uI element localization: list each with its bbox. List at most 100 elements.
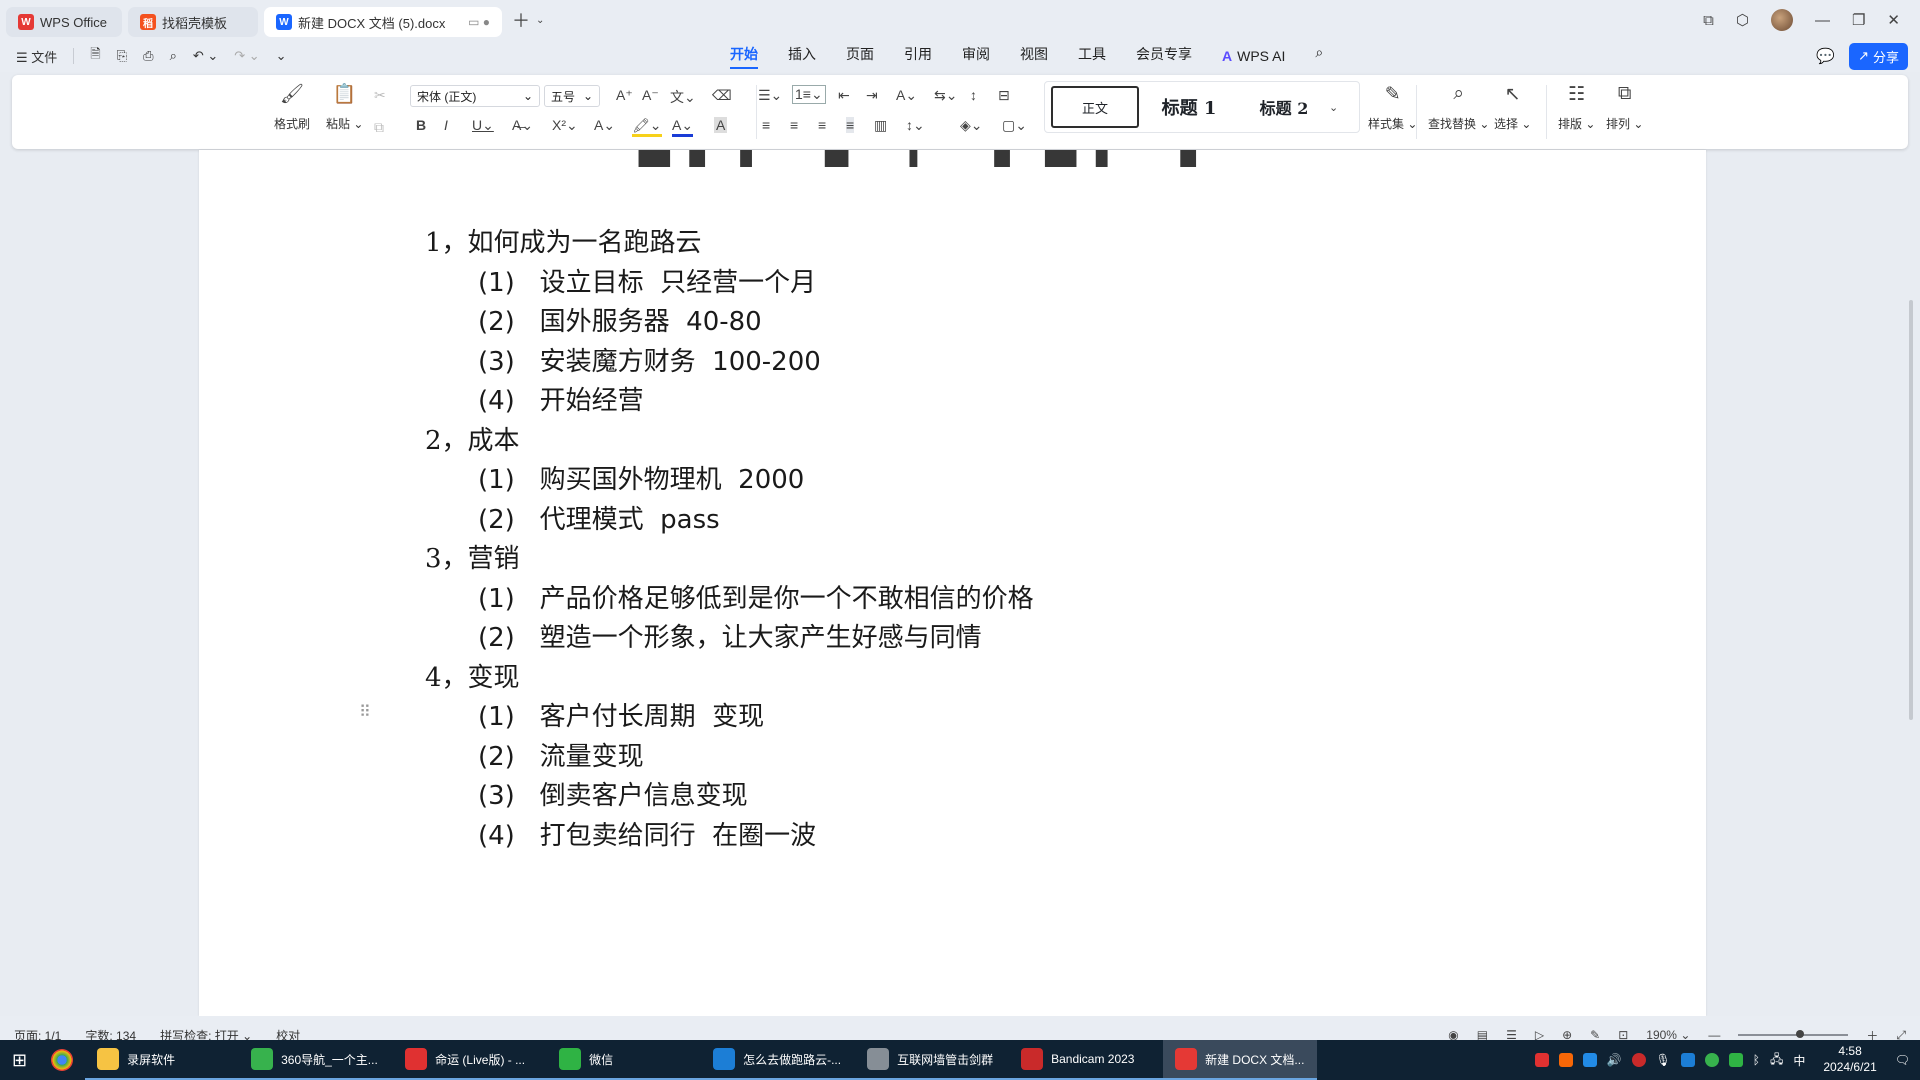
copy-icon[interactable]: ⧉ <box>374 119 384 136</box>
wps-ai-button[interactable]: A WPS AI <box>1222 44 1285 69</box>
print-preview-icon[interactable]: ⌕ <box>170 48 177 64</box>
border-icon[interactable]: ▢⌄ <box>1002 117 1027 134</box>
style-heading-1[interactable]: 标题 1 <box>1139 86 1239 128</box>
style-gallery-more-icon[interactable]: ⌄ <box>1329 101 1338 114</box>
style-heading-2[interactable]: 标题 2 <box>1239 86 1329 128</box>
text-effect-icon[interactable]: A⌄ <box>594 117 615 134</box>
tab-document[interactable]: W 新建 DOCX 文档 (5).docx ▭ ● <box>264 7 502 37</box>
clock[interactable]: 4:58 2024/6/21 <box>1815 1044 1884 1075</box>
font-name-select[interactable]: 宋体 (正文) ⌄ <box>410 85 540 107</box>
align-left-icon[interactable]: ≡ <box>762 117 770 133</box>
window-layout-icon[interactable]: ⧉ <box>1703 12 1714 29</box>
tab-list-chevron-icon[interactable]: ⌄ <box>536 15 544 26</box>
highlight-icon[interactable]: 🖍⌄ <box>632 117 662 137</box>
taskbar-app[interactable]: 录屏软件 <box>85 1040 240 1080</box>
tray-icon[interactable] <box>1704 1053 1719 1067</box>
search-icon[interactable]: ⌕ <box>1315 44 1323 69</box>
scrollbar-thumb[interactable] <box>1909 300 1913 720</box>
increase-indent-icon[interactable]: ⇥ <box>866 87 878 104</box>
tab-wps-office[interactable]: W WPS Office <box>6 7 122 37</box>
superscript-icon[interactable]: X²⌄ <box>552 117 578 134</box>
menu-insert[interactable]: 插入 <box>788 44 816 69</box>
bluetooth-icon[interactable]: ᛒ <box>1753 1053 1760 1067</box>
paste-button[interactable]: 📋 粘贴 ⌄ <box>326 81 363 132</box>
text-direction-icon[interactable]: ⇆⌄ <box>934 87 957 104</box>
format-painter-button[interactable]: 🖌 格式刷 <box>274 81 310 132</box>
phonetic-icon[interactable]: 文⌄ <box>670 87 696 107</box>
tray-icon[interactable] <box>1680 1053 1695 1067</box>
print-icon[interactable]: ⎙ <box>143 48 153 64</box>
menu-view[interactable]: 视图 <box>1020 44 1048 69</box>
show-marks-icon[interactable]: ⊟ <box>998 87 1010 104</box>
strikethrough-icon[interactable]: A̶⌄ <box>512 117 533 134</box>
minimize-icon[interactable]: — <box>1815 12 1830 29</box>
taskbar-app[interactable]: 怎么去做跑路云-... <box>701 1040 856 1080</box>
export-icon[interactable]: ⎘ <box>117 48 127 64</box>
select-button[interactable]: ↖ 选择 ⌄ <box>1494 81 1531 132</box>
tray-icon[interactable] <box>1558 1053 1573 1067</box>
menu-member[interactable]: 会员专享 <box>1136 44 1192 69</box>
document-page[interactable]: █▌▍ ▊ ▎ ▌█▍ ▌ ⠿ 1，如何成为一名跑路云 (1) 设立目标 只经营一… <box>199 150 1706 1016</box>
taskbar-app[interactable]: 命运 (Live版) - ... <box>393 1040 548 1080</box>
menu-references[interactable]: 引用 <box>904 44 932 69</box>
menu-page[interactable]: 页面 <box>846 44 874 69</box>
tray-icon[interactable] <box>1582 1053 1597 1067</box>
redo-icon[interactable]: ↷ ⌄ <box>234 48 259 64</box>
bullet-list-icon[interactable]: ☰⌄ <box>758 87 782 104</box>
taskbar-app[interactable]: Bandicam 2023 <box>1009 1040 1164 1080</box>
menu-tools[interactable]: 工具 <box>1078 44 1106 69</box>
wechat-tray-icon[interactable] <box>1728 1053 1743 1067</box>
undo-icon[interactable]: ↶ ⌄ <box>193 48 218 64</box>
font-color-icon[interactable]: A⌄ <box>672 117 694 137</box>
char-shading-icon[interactable]: A <box>714 117 728 133</box>
tab-template[interactable]: 稻 找稻壳模板 <box>128 7 258 37</box>
more-chevron-icon[interactable]: ⌄ <box>276 48 287 64</box>
decrease-font-icon[interactable]: A⁻ <box>642 87 659 104</box>
distribute-icon[interactable]: ▥ <box>874 117 887 134</box>
style-set-button[interactable]: ✎ 样式集 ⌄ <box>1368 81 1417 132</box>
save-icon[interactable]: 🗎 <box>90 45 100 67</box>
close-window-icon[interactable]: ✕ <box>1887 11 1900 29</box>
file-menu[interactable]: ☰ 文件 <box>16 47 57 66</box>
font-size-select[interactable]: 五号 ⌄ <box>544 85 600 107</box>
find-replace-button[interactable]: ⌕ 查找替换 ⌄ <box>1428 81 1489 132</box>
clear-format-icon[interactable]: ⌫ <box>712 87 732 104</box>
arrange-button[interactable]: ⧉ 排列 ⌄ <box>1606 81 1643 132</box>
increase-font-icon[interactable]: A⁺ <box>616 87 633 104</box>
tab-status-icon[interactable]: ▭ ● <box>468 15 490 29</box>
align-right-icon[interactable]: ≡ <box>818 117 826 133</box>
microphone-icon[interactable]: 🎙 <box>1656 1053 1671 1067</box>
taskbar-app[interactable]: 互联网墙管击剑群 <box>855 1040 1010 1080</box>
taskbar-app[interactable]: 微信 <box>547 1040 702 1080</box>
volume-icon[interactable]: 🔊 <box>1607 1053 1622 1067</box>
chrome-button[interactable] <box>39 1040 85 1080</box>
network-icon[interactable]: 🖧 <box>1770 1050 1783 1071</box>
layout-button[interactable]: ☷ 排版 ⌄ <box>1558 81 1595 132</box>
zoom-slider[interactable] <box>1738 1030 1849 1038</box>
decrease-indent-icon[interactable]: ⇤ <box>838 87 850 104</box>
bold-icon[interactable]: B <box>416 117 426 133</box>
taskbar-app[interactable]: 360导航_一个主... <box>239 1040 394 1080</box>
restore-icon[interactable]: ❐ <box>1852 11 1865 29</box>
menu-review[interactable]: 审阅 <box>962 44 990 69</box>
drag-handle-icon[interactable]: ⠿ <box>359 702 371 722</box>
justify-icon[interactable]: ≡ <box>846 117 855 133</box>
align-center-icon[interactable]: ≡ <box>790 117 798 133</box>
line-spacing-icon[interactable]: ↕⌄ <box>906 117 925 134</box>
style-normal[interactable]: 正文 <box>1051 86 1139 128</box>
new-tab-icon[interactable]: ＋ <box>512 7 530 33</box>
vertical-scrollbar[interactable] <box>1906 150 1916 1016</box>
menu-home[interactable]: 开始 <box>730 44 758 69</box>
share-button[interactable]: ↗ 分享 <box>1849 42 1908 70</box>
sort-icon[interactable]: ↕ <box>970 87 977 103</box>
cut-icon[interactable]: ✂ <box>374 87 386 104</box>
zoom-slider-knob[interactable] <box>1796 1030 1805 1038</box>
record-icon[interactable] <box>1631 1053 1646 1067</box>
italic-icon[interactable]: I <box>444 117 448 133</box>
cube-icon[interactable]: ⬡ <box>1736 11 1749 29</box>
underline-icon[interactable]: U⌄ <box>472 117 494 134</box>
shading-icon[interactable]: ◈⌄ <box>960 117 983 134</box>
taskbar-app[interactable]: 新建 DOCX 文档... <box>1163 1040 1318 1080</box>
notification-icon[interactable]: 🗨 <box>1895 1053 1910 1067</box>
numbered-list-icon[interactable]: 1≡⌄ <box>792 85 826 104</box>
